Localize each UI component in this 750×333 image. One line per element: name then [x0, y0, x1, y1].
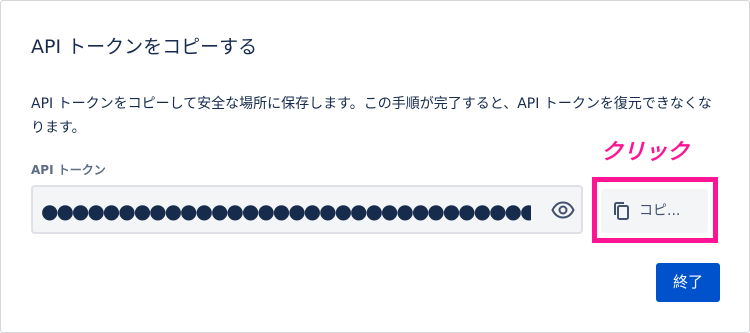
eye-icon[interactable]	[551, 198, 575, 222]
done-button[interactable]: 終了	[656, 263, 720, 302]
dialog-title: API トークンをコピーする	[31, 36, 258, 58]
api-token-label: API トークン	[31, 163, 106, 177]
dialog-description: API トークンをコピーして安全な場所に保存します。この手順が完了すると、API…	[31, 96, 712, 136]
copy-button-label: コピ...	[639, 203, 681, 219]
copy-button[interactable]: コピ...	[601, 189, 708, 233]
api-token-masked-value: ●●●●●●●●●●●●●●●●●●●●●●●●●●●●●●●●●●●●●●●●…	[41, 199, 531, 223]
copy-api-token-dialog: API トークンをコピーする API トークンをコピーして安全な場所に保存します…	[0, 0, 750, 333]
annotation-click-text: クリック	[601, 140, 690, 165]
api-token-field[interactable]: ●●●●●●●●●●●●●●●●●●●●●●●●●●●●●●●●●●●●●●●●…	[31, 185, 583, 234]
copy-icon	[611, 200, 633, 222]
